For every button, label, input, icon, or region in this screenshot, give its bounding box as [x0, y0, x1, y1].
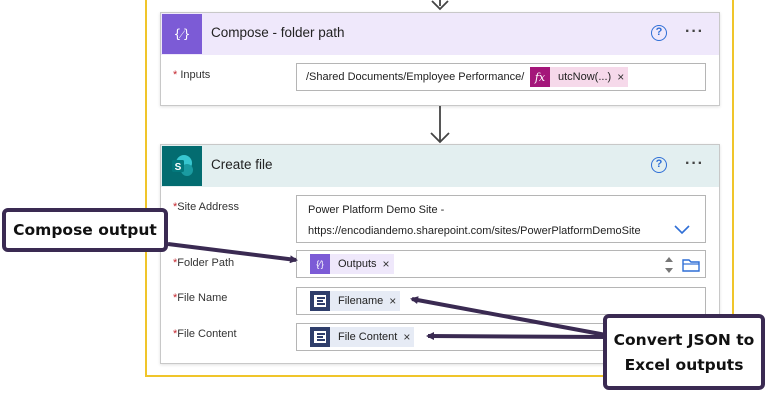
convert-json-callout: Convert JSON to Excel outputs — [603, 314, 765, 390]
flow-designer-canvas: {⁄} Compose - folder path ? ··· * Inputs… — [0, 0, 768, 394]
help-icon[interactable]: ? — [651, 157, 667, 173]
file-content-label: *File Content — [173, 328, 237, 340]
encodian-icon — [310, 327, 330, 347]
file-content-token[interactable]: File Content × — [310, 327, 415, 347]
filename-token[interactable]: Filename × — [310, 291, 401, 311]
chevron-down-icon[interactable] — [674, 225, 690, 235]
inputs-field[interactable]: /Shared Documents/Employee Performance/ … — [296, 63, 706, 91]
svg-text:{⁄}: {⁄} — [174, 27, 190, 41]
remove-token-icon[interactable]: × — [383, 257, 394, 271]
remove-token-icon[interactable]: × — [617, 70, 628, 84]
compose-output-callout: Compose output — [2, 208, 168, 252]
help-icon[interactable]: ? — [651, 25, 667, 41]
expression-fx-icon: fx — [530, 67, 550, 87]
file-name-label: *File Name — [173, 292, 228, 304]
compose-token-icon: {⁄} — [310, 254, 330, 274]
compose-action-card[interactable]: {⁄} Compose - folder path ? ··· * Inputs… — [160, 12, 720, 106]
outputs-token[interactable]: {⁄} Outputs × — [310, 254, 394, 274]
sharepoint-icon: S — [162, 146, 202, 186]
site-address-line1: Power Platform Demo Site - — [308, 204, 445, 216]
site-address-label: *Site Address — [173, 201, 240, 213]
inputs-text: /Shared Documents/Employee Performance/ — [306, 71, 525, 83]
more-options-icon[interactable]: ··· — [685, 155, 704, 173]
svg-text:S: S — [175, 162, 182, 173]
compose-card-header[interactable]: {⁄} Compose - folder path ? ··· — [161, 13, 719, 55]
convert-json-callout-line1: Convert JSON to — [613, 331, 755, 349]
folder-path-field[interactable]: {⁄} Outputs × — [296, 250, 706, 278]
stepper-icon[interactable] — [664, 255, 674, 275]
create-file-card-header[interactable]: S Create file ? ··· — [161, 145, 719, 187]
remove-token-icon[interactable]: × — [389, 294, 400, 308]
encodian-icon — [310, 291, 330, 311]
compose-card-title: Compose - folder path — [211, 25, 345, 40]
filename-token-label: Filename — [338, 295, 384, 307]
utcnow-token[interactable]: fx utcNow(...) × — [530, 67, 629, 87]
site-address-line2: https://encodiandemo.sharepoint.com/site… — [308, 225, 641, 237]
folder-path-label: *Folder Path — [173, 257, 235, 269]
convert-json-callout-line2: Excel outputs — [624, 356, 744, 374]
folder-picker-icon[interactable] — [682, 258, 700, 272]
compose-output-callout-text: Compose output — [13, 221, 157, 239]
outputs-token-label: Outputs — [338, 258, 377, 270]
compose-icon: {⁄} — [162, 14, 202, 54]
site-address-dropdown[interactable]: Power Platform Demo Site - https://encod… — [296, 195, 706, 243]
create-file-card-title: Create file — [211, 157, 273, 172]
file-content-token-label: File Content — [338, 331, 398, 343]
remove-token-icon[interactable]: × — [403, 330, 414, 344]
file-name-field[interactable]: Filename × — [296, 287, 706, 315]
more-options-icon[interactable]: ··· — [685, 23, 704, 41]
utcnow-token-label: utcNow(...) — [558, 71, 612, 83]
inputs-label: * Inputs — [173, 69, 211, 81]
